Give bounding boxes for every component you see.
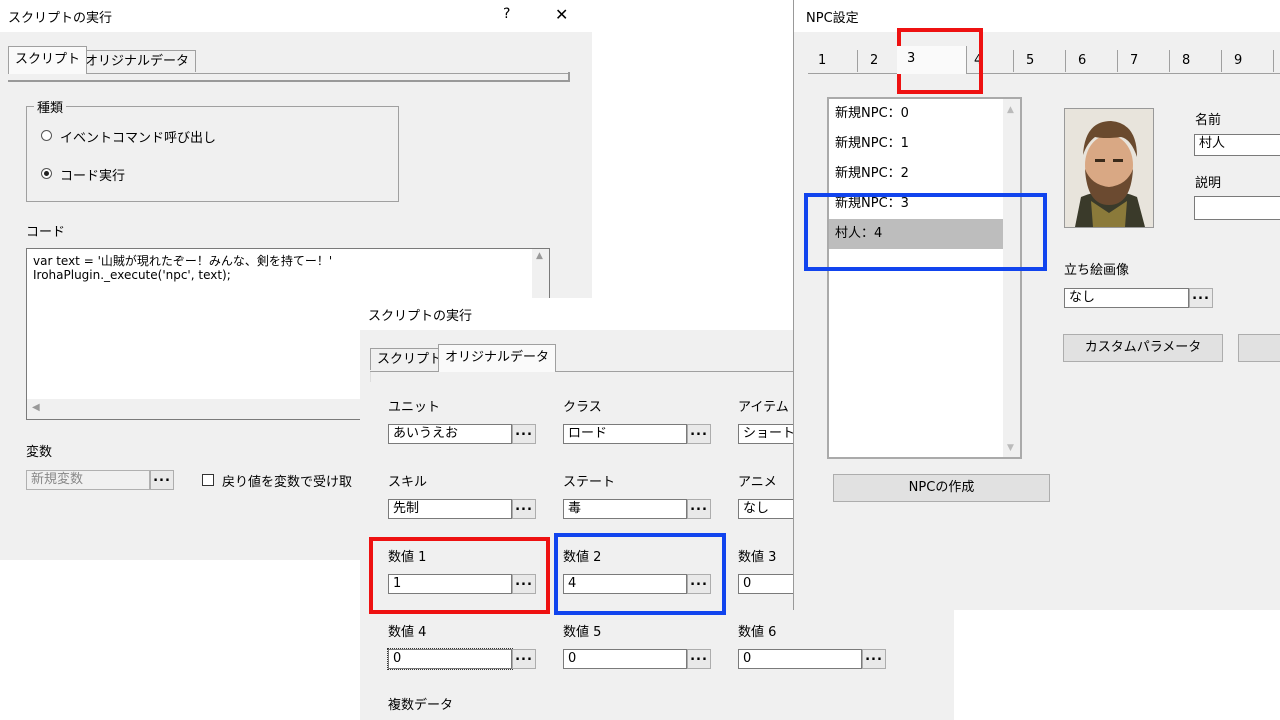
npc-settings-dialog: NPC設定 123456789 新規NPC：0 新規NPC：1 新規NPC：2 新規N…: [793, 0, 1280, 610]
name-label: 名前: [1195, 113, 1222, 128]
number-5-label: 数値 5: [563, 625, 602, 640]
multi-data-label: 複数データ: [388, 698, 454, 713]
scroll-up-arrow-icon[interactable]: ▲: [1007, 105, 1014, 115]
item-label: アイテム: [738, 400, 789, 415]
code-line-2: IrohaPlugin._execute('npc', text);: [33, 268, 231, 282]
radio-event-command[interactable]: [41, 130, 52, 141]
unit-field[interactable]: あいうえお: [388, 424, 512, 444]
unit-browse-button[interactable]: ...: [512, 424, 536, 444]
description-label: 説明: [1195, 176, 1222, 191]
tab-script[interactable]: スクリプト: [8, 46, 88, 74]
class-browse-button[interactable]: ...: [687, 424, 711, 444]
unit-label: ユニット: [388, 400, 441, 415]
tab-strip: スクリプト オリジナルデータ: [8, 46, 570, 74]
window-title: スクリプトの実行: [8, 11, 113, 26]
number-4-browse-button[interactable]: ...: [512, 649, 536, 669]
number-3-label: 数値 3: [738, 550, 777, 565]
npc-tab-7[interactable]: 7: [1120, 50, 1170, 72]
scroll-left-arrow-icon[interactable]: ◀: [32, 402, 40, 413]
tab-page-border: [8, 72, 570, 82]
npc-tab-3[interactable]: 3: [897, 46, 967, 74]
variable-browse-button[interactable]: ...: [150, 470, 174, 490]
radio-code-exec[interactable]: [41, 168, 52, 179]
number-6-browse-button[interactable]: ...: [862, 649, 886, 669]
tab-page-border: [370, 372, 381, 382]
return-value-label: 戻り値を変数で受け取: [222, 475, 353, 490]
return-value-checkbox[interactable]: [202, 474, 214, 486]
skill-browse-button[interactable]: ...: [512, 499, 536, 519]
scroll-down-arrow-icon[interactable]: ▼: [1007, 443, 1014, 453]
standing-image-label: 立ち絵画像: [1064, 263, 1130, 278]
skill-label: スキル: [388, 475, 428, 490]
number-4-field[interactable]: 0: [387, 648, 513, 670]
variable-field[interactable]: 新規変数: [26, 470, 150, 490]
code-line-1: var text = '山賊が現れたぞー！みんな、剣を持てー！': [33, 254, 333, 268]
npc-list[interactable]: 新規NPC：0 新規NPC：1 新規NPC：2 新規NPC：3 村人：4 ▲ ▼: [827, 97, 1022, 459]
state-field[interactable]: 毒: [563, 499, 687, 519]
type-groupbox: [26, 106, 399, 202]
number-6-label: 数値 6: [738, 625, 777, 640]
title-bar: スクリプトの実行 ? ✕: [0, 0, 592, 32]
list-scrollbar[interactable]: ▲ ▼: [1003, 99, 1020, 457]
npc-list-item[interactable]: 新規NPC：0: [829, 99, 1003, 129]
npc-portrait[interactable]: [1064, 108, 1154, 228]
code-label: コード: [26, 225, 66, 240]
number-6-field[interactable]: 0: [738, 649, 862, 669]
variable-label: 変数: [26, 445, 53, 460]
description-field[interactable]: [1194, 196, 1280, 220]
npc-tab-9[interactable]: 9: [1224, 50, 1274, 72]
secondary-button[interactable]: [1238, 334, 1280, 362]
highlight-villager-row: [804, 193, 1047, 271]
npc-list-item[interactable]: 新規NPC：1: [829, 129, 1003, 159]
window-title: スクリプトの実行: [368, 309, 473, 324]
number-5-browse-button[interactable]: ...: [687, 649, 711, 669]
anime-label: アニメ: [738, 475, 777, 490]
standing-image-field[interactable]: なし: [1064, 288, 1189, 308]
title-bar: NPC設定: [794, 0, 1280, 32]
state-browse-button[interactable]: ...: [687, 499, 711, 519]
close-button[interactable]: ✕: [555, 5, 568, 24]
npc-tab-1[interactable]: 1: [808, 50, 858, 72]
npc-tab-8[interactable]: 8: [1172, 50, 1222, 72]
radio-event-command-label: イベントコマンド呼び出し: [60, 131, 217, 146]
tab-original-data[interactable]: オリジナルデータ: [78, 50, 197, 72]
class-field[interactable]: ロード: [563, 424, 687, 444]
skill-field[interactable]: 先制: [388, 499, 512, 519]
highlight-number1: [369, 537, 550, 614]
number-4-label: 数値 4: [388, 625, 427, 640]
tab-divider: [808, 73, 1280, 74]
window-title: NPC設定: [806, 11, 859, 26]
class-label: クラス: [563, 400, 602, 415]
scroll-up-arrow-icon[interactable]: ▲: [536, 251, 543, 261]
npc-list-item[interactable]: 新規NPC：2: [829, 159, 1003, 189]
standing-image-browse-button[interactable]: ...: [1189, 288, 1213, 308]
help-button[interactable]: ?: [503, 6, 510, 22]
type-group-label: 種類: [34, 97, 67, 116]
name-field[interactable]: 村人: [1194, 134, 1280, 156]
tab-original-data[interactable]: オリジナルデータ: [438, 344, 557, 372]
state-label: ステート: [563, 475, 616, 490]
create-npc-button[interactable]: NPCの作成: [833, 474, 1050, 502]
npc-tab-5[interactable]: 5: [1016, 50, 1066, 72]
radio-code-exec-label: コード実行: [60, 169, 126, 184]
custom-parameter-button[interactable]: カスタムパラメータ: [1063, 334, 1223, 362]
portrait-image: [1065, 109, 1153, 227]
npc-tab-6[interactable]: 6: [1068, 50, 1118, 72]
number-5-field[interactable]: 0: [563, 649, 687, 669]
highlight-number2: [554, 533, 726, 615]
